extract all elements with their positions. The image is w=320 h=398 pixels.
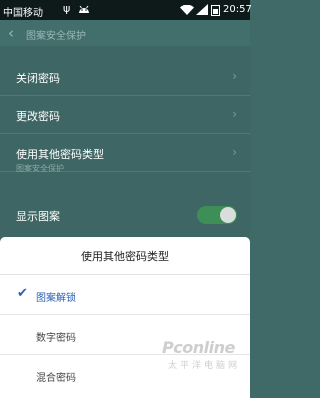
change-password-row[interactable]: 更改密码 › (0, 96, 250, 134)
show-pattern-toggle[interactable] (197, 206, 237, 224)
wifi-icon (180, 5, 194, 15)
change-password-label: 更改密码 (16, 110, 60, 123)
clock: 20:57 (223, 4, 252, 15)
close-password-label: 关闭密码 (16, 72, 60, 85)
option-label: 混合密码 (36, 373, 76, 384)
toggle-knob (220, 207, 236, 223)
watermark-subtitle: 太平洋电脑网 (168, 361, 241, 371)
show-pattern-label: 显示图案 (16, 210, 60, 223)
android-icon (79, 5, 89, 13)
sheet-title: 使用其他密码类型 (0, 237, 250, 275)
other-password-type-label: 使用其他密码类型 (16, 148, 104, 161)
battery-icon (211, 5, 220, 16)
page-header: ‹ 图案安全保护 (0, 20, 250, 46)
option-label: 数字密码 (36, 333, 76, 344)
option-label: 图案解锁 (36, 293, 76, 304)
checkmark-icon: ✔ (17, 286, 28, 301)
status-bar: 中国移动 ψ 20:57 (0, 0, 252, 20)
close-password-row[interactable]: 关闭密码 › (0, 58, 250, 96)
option-pattern-unlock[interactable]: ✔ 图案解锁 (0, 275, 250, 315)
carrier-name: 中国移动 (3, 8, 43, 19)
chevron-right-icon: › (232, 107, 237, 121)
section-header: 图案安全保护 (16, 164, 64, 173)
chevron-right-icon: › (232, 145, 237, 159)
watermark-logo: Pconline (162, 338, 235, 357)
signal-icon (196, 4, 208, 15)
usb-icon: ψ (63, 2, 71, 15)
watermark: Pconline 太平洋电脑网 (160, 338, 250, 378)
chevron-right-icon: › (232, 69, 237, 83)
back-arrow-icon[interactable]: ‹ (8, 25, 14, 41)
page-title: 图案安全保护 (26, 31, 86, 42)
